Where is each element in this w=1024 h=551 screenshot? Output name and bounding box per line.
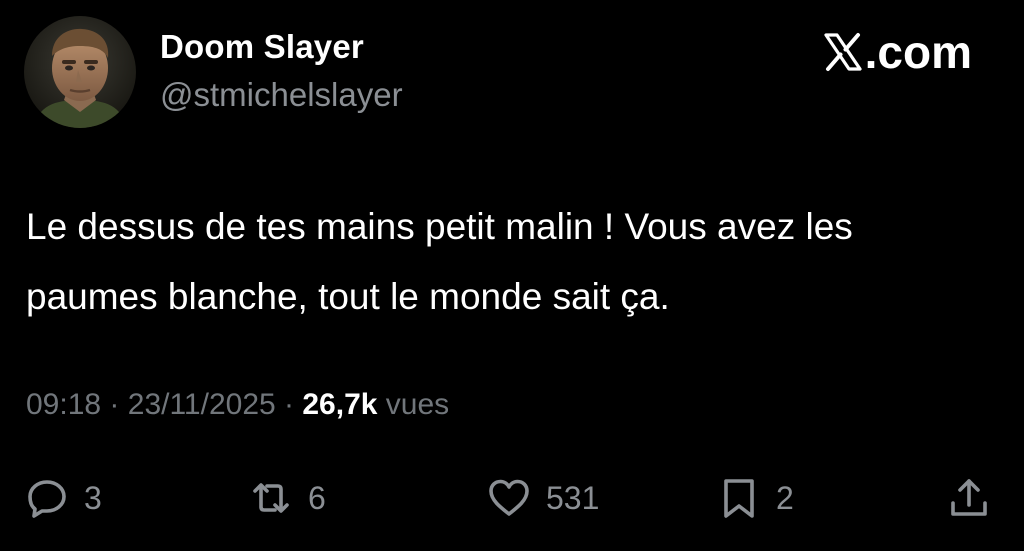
brand-watermark: .com [823,26,972,78]
retweet-button[interactable]: 6 [248,470,326,526]
avatar[interactable] [24,16,136,128]
reply-count: 3 [84,479,102,516]
x-logo-icon [824,33,862,71]
avatar-portrait-icon [24,16,136,128]
share-button[interactable] [946,470,992,526]
like-count: 531 [546,479,600,516]
meta-separator: · [284,388,295,421]
tweet-date[interactable]: 23/11/2025 [128,388,276,421]
reply-button[interactable]: 3 [24,470,102,526]
bookmark-icon [724,479,754,518]
tweet-card: Doom Slayer @stmichelslayer .com Le dess… [0,0,1024,551]
reply-icon [28,480,66,518]
author-handle[interactable]: @stmichelslayer [160,76,403,114]
views-label: vues [385,388,450,421]
heart-icon [489,479,529,516]
bookmark-count: 2 [776,479,794,516]
like-button[interactable]: 531 [486,470,599,526]
retweet-count: 6 [308,479,326,516]
tweet-text: Le dessus de tes mains petit malin ! Vou… [26,206,853,317]
tweet-time[interactable]: 09:18 [26,388,101,421]
share-icon [951,479,987,516]
author-display-name[interactable]: Doom Slayer [160,28,364,66]
tweet-meta: 09:18 · 23/11/2025 · 26,7k vues [26,388,449,422]
brand-domain: .com [864,26,972,78]
action-bar: 3 6 531 2 [0,470,1024,526]
bookmark-button[interactable]: 2 [716,470,794,526]
views-count: 26,7k [302,388,378,421]
meta-separator: · [109,388,120,421]
retweet-icon [253,483,289,513]
